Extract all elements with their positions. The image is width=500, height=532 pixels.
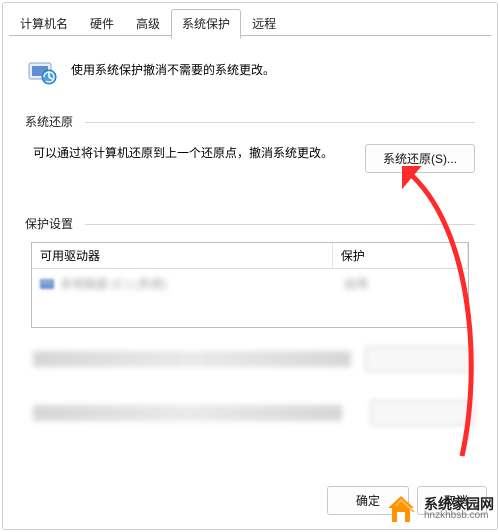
restore-section-title: 系统还原 [25, 113, 475, 130]
tab-underline [9, 35, 491, 36]
tab-label: 远程 [252, 17, 276, 31]
create-button-blurred[interactable] [370, 400, 475, 426]
tab-content: 使用系统保护撤消不需要的系统更改。 系统还原 可以通过将计算机还原到上一个还原点… [3, 39, 497, 436]
drive-list[interactable]: 可用驱动器 保护 本地磁盘 (C:) (系统) 启用 [31, 242, 469, 328]
table-row[interactable]: 本地磁盘 (C:) (系统) 启用 [40, 275, 460, 292]
restore-desc: 可以通过将计算机还原到上一个还原点，撤消系统更改。 [33, 144, 351, 163]
tab-system-protection[interactable]: 系统保护 [171, 9, 241, 39]
list-header: 可用驱动器 保护 [32, 243, 468, 269]
intro-text: 使用系统保护撤消不需要的系统更改。 [71, 55, 275, 78]
list-body: 本地磁盘 (C:) (系统) 启用 [32, 269, 468, 296]
dialog-buttons: 确定 取消 [327, 486, 487, 515]
blurred-text [33, 405, 342, 421]
cancel-button[interactable]: 取消 [417, 486, 487, 515]
drive-icon [40, 279, 54, 289]
drive-cell: 本地磁盘 (C:) (系统) [60, 275, 338, 292]
intro-row: 使用系统保护撤消不需要的系统更改。 [25, 55, 475, 89]
restore-section: 系统还原 可以通过将计算机还原到上一个还原点，撤消系统更改。 系统还原(S)..… [25, 113, 475, 173]
section-title-label: 系统还原 [25, 115, 73, 129]
tab-label: 硬件 [90, 17, 114, 31]
create-row [25, 400, 475, 426]
system-restore-button[interactable]: 系统还原(S)... [365, 144, 475, 173]
divider-line [85, 122, 475, 123]
system-properties-panel: 计算机名 硬件 高级 系统保护 远程 使用系统保护撤消不需要的系统更改。 系统还… [2, 2, 498, 530]
tab-label: 计算机名 [20, 17, 68, 31]
button-label: 确定 [356, 494, 380, 508]
divider-line [85, 224, 475, 225]
protection-settings-section: 保护设置 可用驱动器 保护 本地磁盘 (C:) (系统) 启用 [25, 215, 475, 426]
column-protection[interactable]: 保护 [333, 243, 468, 268]
restore-row: 可以通过将计算机还原到上一个还原点，撤消系统更改。 系统还原(S)... [25, 144, 475, 173]
ok-button[interactable]: 确定 [327, 486, 409, 515]
button-label: 系统还原(S)... [383, 152, 457, 166]
section-title-label: 保护设置 [25, 217, 73, 231]
protect-cell: 启用 [344, 275, 460, 292]
configure-row [25, 346, 475, 372]
column-label: 可用驱动器 [40, 249, 100, 263]
system-protection-icon [25, 55, 59, 89]
blurred-text [33, 351, 351, 367]
column-label: 保护 [341, 249, 365, 263]
tab-label: 系统保护 [182, 17, 230, 31]
button-label: 取消 [444, 494, 468, 508]
column-drive[interactable]: 可用驱动器 [32, 243, 333, 268]
settings-section-title: 保护设置 [25, 215, 475, 232]
configure-button-blurred[interactable] [365, 346, 475, 372]
tab-label: 高级 [136, 17, 160, 31]
